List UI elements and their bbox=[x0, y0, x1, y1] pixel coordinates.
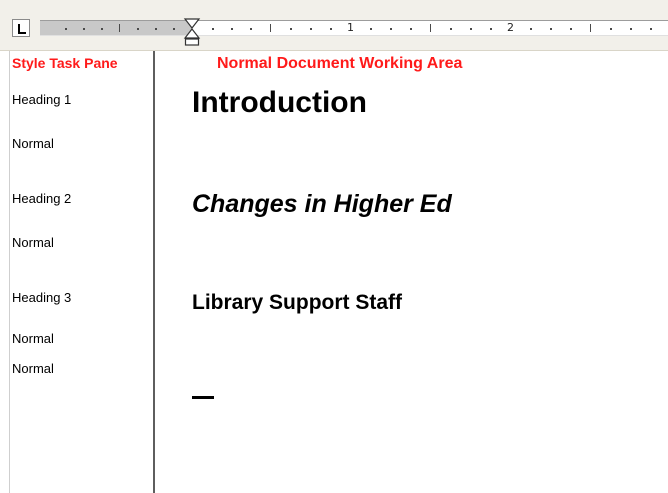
style-item-normal[interactable]: Normal bbox=[12, 136, 54, 151]
ruler-tick bbox=[430, 24, 431, 32]
ruler-dot bbox=[570, 28, 572, 30]
ruler-dot bbox=[490, 28, 492, 30]
ruler-dot bbox=[630, 28, 632, 30]
text-cursor bbox=[192, 396, 214, 399]
pane-left-edge bbox=[9, 51, 10, 493]
ruler-dot bbox=[250, 28, 252, 30]
ruler-tick bbox=[270, 24, 271, 32]
ruler-left-margin bbox=[40, 20, 192, 36]
ruler-number-2: 2 bbox=[507, 21, 514, 34]
ruler-dot bbox=[470, 28, 472, 30]
style-item-heading-3[interactable]: Heading 3 bbox=[12, 290, 71, 305]
ruler-tick bbox=[590, 24, 591, 32]
ruler-dot bbox=[550, 28, 552, 30]
ruler-dot bbox=[173, 28, 175, 30]
style-item-normal[interactable]: Normal bbox=[12, 361, 54, 376]
style-item-normal[interactable]: Normal bbox=[12, 331, 54, 346]
ruler-number-1: 1 bbox=[347, 21, 354, 34]
style-item-normal[interactable]: Normal bbox=[12, 235, 54, 250]
ruler-dot bbox=[410, 28, 412, 30]
document-heading-3[interactable]: Library Support Staff bbox=[192, 291, 402, 315]
ruler-dot bbox=[155, 28, 157, 30]
style-item-heading-1[interactable]: Heading 1 bbox=[12, 92, 71, 107]
style-item-heading-2[interactable]: Heading 2 bbox=[12, 191, 71, 206]
word-window: 1 2 Style Task Pane Normal Document Work… bbox=[0, 0, 668, 493]
ruler-dot bbox=[650, 28, 652, 30]
ruler-dot bbox=[212, 28, 214, 30]
left-tab-icon bbox=[18, 24, 26, 34]
tab-selector-button[interactable] bbox=[12, 19, 30, 37]
ruler-dot bbox=[231, 28, 233, 30]
document-area-caption: Normal Document Working Area bbox=[217, 55, 463, 72]
ruler-dot bbox=[65, 28, 67, 30]
horizontal-ruler[interactable]: 1 2 bbox=[0, 0, 668, 51]
ruler-dot bbox=[101, 28, 103, 30]
pane-divider[interactable] bbox=[153, 51, 155, 493]
indent-marker-icon[interactable] bbox=[183, 17, 201, 47]
ruler-dot bbox=[390, 28, 392, 30]
ruler-dot bbox=[290, 28, 292, 30]
document-heading-2[interactable]: Changes in Higher Ed bbox=[192, 190, 452, 219]
style-pane-caption: Style Task Pane bbox=[12, 55, 118, 71]
ruler-dot bbox=[370, 28, 372, 30]
document-heading-1[interactable]: Introduction bbox=[192, 86, 367, 120]
ruler-dot bbox=[450, 28, 452, 30]
ruler-tick bbox=[119, 24, 120, 32]
style-task-pane bbox=[0, 51, 153, 493]
ruler-dot bbox=[530, 28, 532, 30]
ruler-dot bbox=[137, 28, 139, 30]
ruler-dot bbox=[310, 28, 312, 30]
ruler-dot bbox=[610, 28, 612, 30]
ruler-dot bbox=[83, 28, 85, 30]
ruler-dot bbox=[330, 28, 332, 30]
